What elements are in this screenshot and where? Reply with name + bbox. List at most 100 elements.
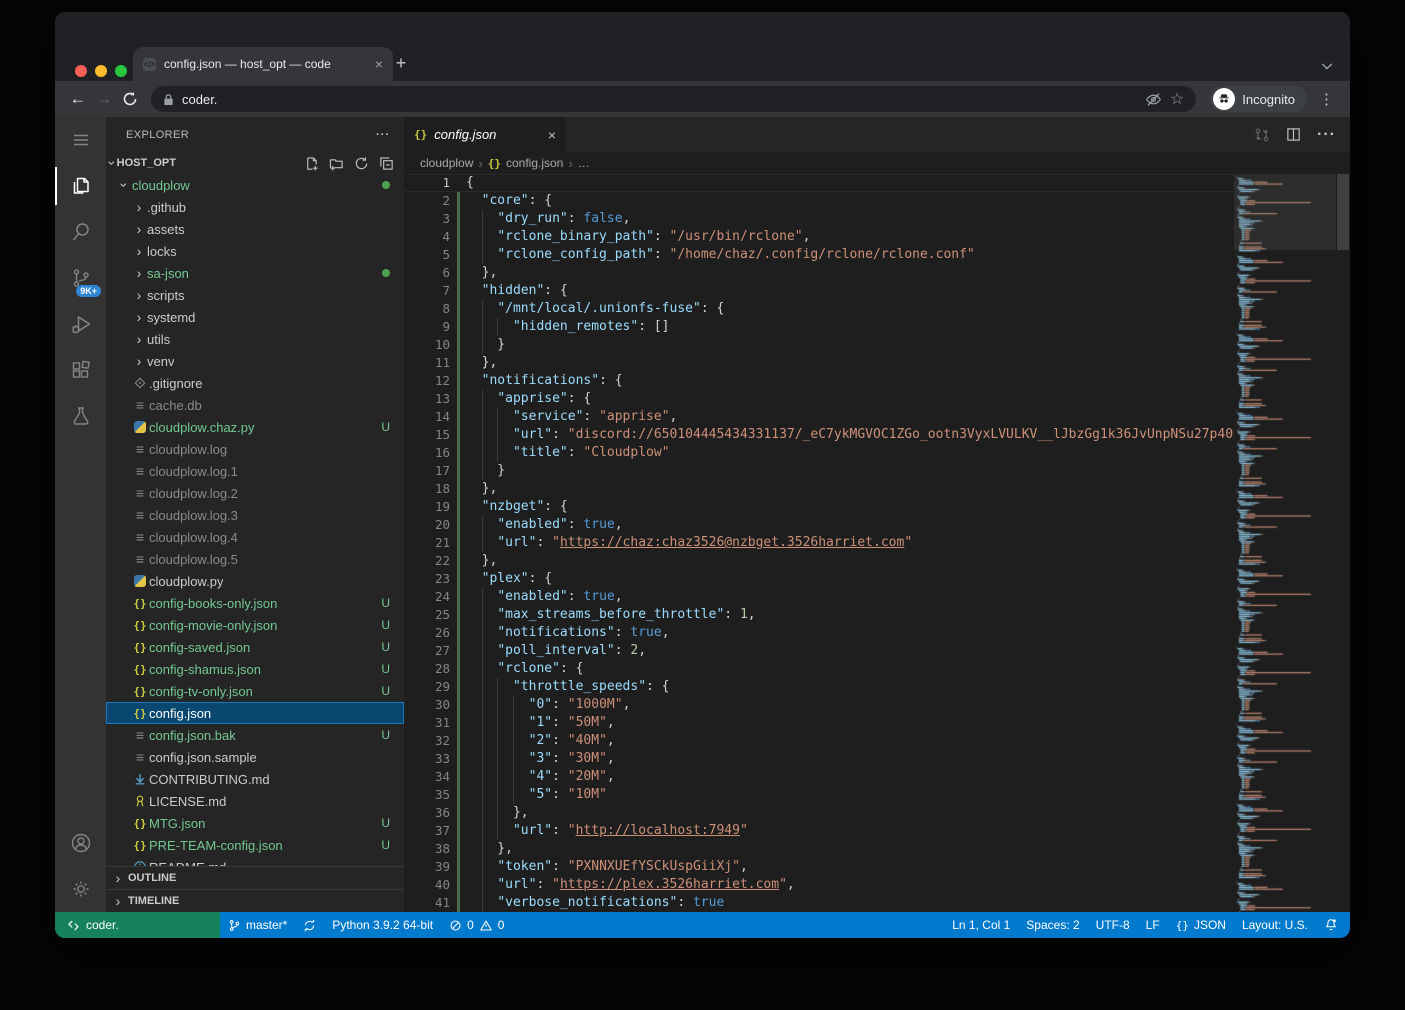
chrome-menu-icon[interactable]: ⋮ xyxy=(1313,90,1340,108)
minimap-slider[interactable] xyxy=(1234,174,1336,250)
tree-item-cloudplow.log.3[interactable]: ≡cloudplow.log.3 xyxy=(106,504,404,526)
tree-item-config.json.sample[interactable]: ≡config.json.sample xyxy=(106,746,404,768)
code-line-36[interactable]: 36 }, xyxy=(404,804,1234,822)
cursor-position-status[interactable]: Ln 1, Col 1 xyxy=(944,912,1018,938)
tree-item-locks[interactable]: ›locks xyxy=(106,240,404,262)
code-line-27[interactable]: 27 "poll_interval": 2, xyxy=(404,642,1234,660)
breadcrumb-folder[interactable]: cloudplow xyxy=(420,156,473,170)
code-line-7[interactable]: 7 "hidden": { xyxy=(404,282,1234,300)
code-line-8[interactable]: 8 "/mnt/local/.unionfs-fuse": { xyxy=(404,300,1234,318)
code-line-9[interactable]: 9 "hidden_remotes": [] xyxy=(404,318,1234,336)
tree-item-venv[interactable]: ›venv xyxy=(106,350,404,372)
window-close-button[interactable] xyxy=(75,65,87,77)
new-folder-icon[interactable] xyxy=(329,156,344,171)
code-line-21[interactable]: 21 "url": "https://chaz:chaz3526@nzbget.… xyxy=(404,534,1234,552)
git-branch-status[interactable]: master* xyxy=(220,912,295,938)
code-line-1[interactable]: 1{ xyxy=(404,174,1234,192)
new-file-icon[interactable] xyxy=(304,156,319,171)
browser-tab[interactable]: </> config.json — host_opt — code × xyxy=(133,47,393,81)
code-line-6[interactable]: 6 }, xyxy=(404,264,1234,282)
eol-status[interactable]: LF xyxy=(1138,912,1168,938)
tree-item-assets[interactable]: ›assets xyxy=(106,218,404,240)
code-line-39[interactable]: 39 "token": "PXNNXUEfYSCkUspGiiXj", xyxy=(404,858,1234,876)
sync-button[interactable] xyxy=(295,912,324,938)
eye-off-icon[interactable] xyxy=(1145,91,1162,108)
code-line-24[interactable]: 24 "enabled": true, xyxy=(404,588,1234,606)
workspace-section-header[interactable]: › HOST_OPT xyxy=(106,152,404,174)
code-line-33[interactable]: 33 "3": "30M", xyxy=(404,750,1234,768)
code-line-13[interactable]: 13 "apprise": { xyxy=(404,390,1234,408)
testing-icon[interactable] xyxy=(55,393,106,439)
tab-search-chevron-icon[interactable] xyxy=(1320,59,1334,73)
tree-item-config-movie-only.json[interactable]: {}config-movie-only.jsonU xyxy=(106,614,404,636)
indentation-status[interactable]: Spaces: 2 xyxy=(1018,912,1087,938)
tree-item-config-saved.json[interactable]: {}config-saved.jsonU xyxy=(106,636,404,658)
reload-button[interactable] xyxy=(117,86,143,112)
scrollbar-thumb[interactable] xyxy=(1337,174,1349,250)
url-text[interactable]: coder. xyxy=(182,92,1137,107)
code-line-3[interactable]: 3 "dry_run": false, xyxy=(404,210,1234,228)
code-line-19[interactable]: 19 "nzbget": { xyxy=(404,498,1234,516)
code-line-4[interactable]: 4 "rclone_binary_path": "/usr/bin/rclone… xyxy=(404,228,1234,246)
code-line-41[interactable]: 41 "verbose_notifications": true xyxy=(404,894,1234,912)
code-line-25[interactable]: 25 "max_streams_before_throttle": 1, xyxy=(404,606,1234,624)
code-line-22[interactable]: 22 }, xyxy=(404,552,1234,570)
remote-indicator[interactable]: coder. xyxy=(55,912,220,938)
problems-status[interactable]: 0 0 xyxy=(441,912,512,938)
tab-close-icon[interactable]: × xyxy=(375,57,383,71)
refresh-icon[interactable] xyxy=(354,156,369,171)
code-line-20[interactable]: 20 "enabled": true, xyxy=(404,516,1234,534)
code-line-5[interactable]: 5 "rclone_config_path": "/home/chaz/.con… xyxy=(404,246,1234,264)
minimap[interactable] xyxy=(1234,174,1336,912)
tree-item-config-books-only.json[interactable]: {}config-books-only.jsonU xyxy=(106,592,404,614)
explorer-more-actions-icon[interactable]: ··· xyxy=(376,129,390,141)
tree-item-utils[interactable]: ›utils xyxy=(106,328,404,350)
tree-item-cloudplow.log.2[interactable]: ≡cloudplow.log.2 xyxy=(106,482,404,504)
code-line-30[interactable]: 30 "0": "1000M", xyxy=(404,696,1234,714)
code-line-40[interactable]: 40 "url": "https://plex.3526harriet.com"… xyxy=(404,876,1234,894)
editor-more-actions-icon[interactable]: ··· xyxy=(1317,126,1336,144)
language-mode-status[interactable]: {} JSON xyxy=(1168,912,1234,938)
code-line-23[interactable]: 23 "plex": { xyxy=(404,570,1234,588)
tree-item-config.json.bak[interactable]: ≡config.json.bakU xyxy=(106,724,404,746)
code-line-28[interactable]: 28 "rclone": { xyxy=(404,660,1234,678)
tree-item-systemd[interactable]: ›systemd xyxy=(106,306,404,328)
extensions-icon[interactable] xyxy=(55,347,106,393)
editor-tab-close-icon[interactable]: × xyxy=(548,127,556,143)
window-minimize-button[interactable] xyxy=(95,65,107,77)
tree-item-cloudplow.log.5[interactable]: ≡cloudplow.log.5 xyxy=(106,548,404,570)
tree-item-contributing.md[interactable]: CONTRIBUTING.md xyxy=(106,768,404,790)
tree-item-cache.db[interactable]: ≡cache.db xyxy=(106,394,404,416)
collapse-all-icon[interactable] xyxy=(379,156,394,171)
incognito-badge[interactable]: Incognito xyxy=(1210,86,1307,112)
tree-item-cloudplow.py[interactable]: cloudplow.py xyxy=(106,570,404,592)
notifications-bell[interactable] xyxy=(1316,912,1350,938)
address-bar[interactable]: coder. ☆ xyxy=(151,86,1196,112)
tree-item-cloudplow.log[interactable]: ≡cloudplow.log xyxy=(106,438,404,460)
bookmark-star-icon[interactable]: ☆ xyxy=(1170,89,1184,109)
encoding-status[interactable]: UTF-8 xyxy=(1088,912,1138,938)
code-line-16[interactable]: 16 "title": "Cloudplow" xyxy=(404,444,1234,462)
explorer-icon[interactable] xyxy=(55,163,106,209)
code-line-2[interactable]: 2 "core": { xyxy=(404,192,1234,210)
code-line-26[interactable]: 26 "notifications": true, xyxy=(404,624,1234,642)
tree-item-cloudplow.log.4[interactable]: ≡cloudplow.log.4 xyxy=(106,526,404,548)
tree-item-config.json[interactable]: {}config.json xyxy=(106,702,404,724)
code-line-12[interactable]: 12 "notifications": { xyxy=(404,372,1234,390)
tree-item-config-tv-only.json[interactable]: {}config-tv-only.jsonU xyxy=(106,680,404,702)
editor-tab-config-json[interactable]: {} config.json × xyxy=(404,117,566,152)
code-line-37[interactable]: 37 "url": "http://localhost:7949" xyxy=(404,822,1234,840)
tree-item-config-shamus.json[interactable]: {}config-shamus.jsonU xyxy=(106,658,404,680)
vertical-scrollbar[interactable] xyxy=(1336,174,1350,912)
tree-item-.gitignore[interactable]: .gitignore xyxy=(106,372,404,394)
code-line-18[interactable]: 18 }, xyxy=(404,480,1234,498)
code-line-38[interactable]: 38 }, xyxy=(404,840,1234,858)
code-line-31[interactable]: 31 "1": "50M", xyxy=(404,714,1234,732)
run-debug-icon[interactable] xyxy=(55,301,106,347)
tree-item-.github[interactable]: ›.github xyxy=(106,196,404,218)
tree-item-scripts[interactable]: ›scripts xyxy=(106,284,404,306)
tree-item-pre-team-config.json[interactable]: {}PRE-TEAM-config.jsonU xyxy=(106,834,404,856)
code-line-34[interactable]: 34 "4": "20M", xyxy=(404,768,1234,786)
tree-item-license.md[interactable]: LICENSE.md xyxy=(106,790,404,812)
search-icon[interactable] xyxy=(55,209,106,255)
